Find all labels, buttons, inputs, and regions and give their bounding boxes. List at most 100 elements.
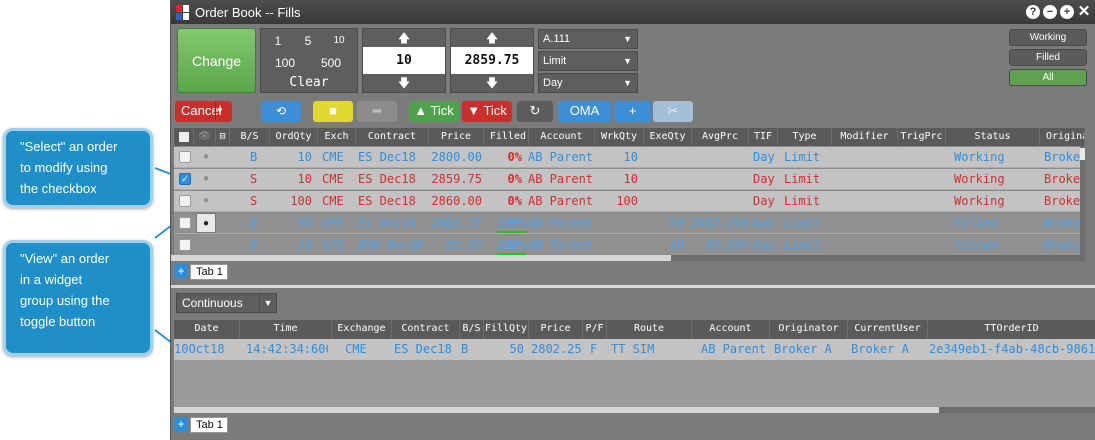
price-down-arrow-icon[interactable]: 🡇 bbox=[451, 74, 533, 92]
eye-toggle-icon[interactable]: ● bbox=[196, 147, 216, 167]
table-row[interactable]: ● S 100 CME ES Dec18 2860.00 0% AB Paren… bbox=[174, 191, 1085, 212]
eye-toggle-icon[interactable]: ● bbox=[196, 235, 216, 255]
col-contract[interactable]: Contract bbox=[356, 128, 429, 146]
stop-icon[interactable]: ■ bbox=[313, 101, 353, 122]
add-tab-icon[interactable]: + bbox=[174, 417, 188, 431]
col-tif[interactable]: TIF bbox=[749, 128, 778, 146]
order-type-select[interactable]: Limit ▼ bbox=[538, 51, 638, 71]
oma-button[interactable]: OMA bbox=[558, 101, 611, 122]
qty-down-arrow-icon[interactable]: 🡇 bbox=[363, 74, 445, 92]
row-checkbox[interactable] bbox=[179, 239, 191, 251]
table-row[interactable]: 10Oct18 14:42:34:606 CME ES Dec18 B 50 2… bbox=[174, 339, 1095, 360]
table-row[interactable]: ● B 10 CME ES Dec18 2800.00 0% AB Parent… bbox=[174, 147, 1085, 168]
orders-vertical-scrollbar[interactable] bbox=[1080, 146, 1085, 256]
eye-toggle-icon[interactable]: ● bbox=[196, 169, 216, 189]
qty-preset-500[interactable]: 500 bbox=[309, 53, 353, 73]
collapse-icon[interactable]: ⊟ bbox=[216, 128, 230, 146]
cell-exchange: CME bbox=[345, 342, 367, 356]
clear-button[interactable]: Clear bbox=[263, 73, 355, 93]
table-row[interactable]: ✓ ● S 10 CME ES Dec18 2859.75 0% AB Pare… bbox=[174, 169, 1085, 190]
qty-up-arrow-icon[interactable]: 🡅 bbox=[363, 29, 445, 47]
orders-horizontal-scrollbar[interactable] bbox=[171, 255, 1085, 261]
col-exeqty[interactable]: ExeQty bbox=[644, 128, 692, 146]
history-icon[interactable]: ⟲ bbox=[261, 101, 301, 122]
col-time[interactable]: Time bbox=[240, 320, 332, 339]
filter-filled-button[interactable]: Filled bbox=[1009, 49, 1087, 66]
col-contract[interactable]: Contract bbox=[392, 320, 460, 339]
eye-toggle-icon[interactable]: ● bbox=[196, 191, 216, 211]
col-pf[interactable]: P/F bbox=[583, 320, 607, 339]
col-fillqty[interactable]: FillQty bbox=[484, 320, 529, 339]
col-account[interactable]: Account bbox=[529, 128, 595, 146]
scroll-thumb[interactable] bbox=[174, 407, 939, 413]
qty-preset-1[interactable]: 1 bbox=[263, 31, 293, 51]
eye-toggle-icon-active[interactable]: ● bbox=[196, 213, 216, 233]
row-checkbox-checked[interactable]: ✓ bbox=[179, 173, 191, 185]
col-date[interactable]: Date bbox=[174, 320, 240, 339]
col-type[interactable]: Type bbox=[778, 128, 832, 146]
close-icon[interactable]: ✕ bbox=[1077, 4, 1091, 19]
col-ordqty[interactable]: OrdQty bbox=[270, 128, 318, 146]
scroll-thumb[interactable] bbox=[171, 255, 671, 261]
minimize-icon[interactable]: − bbox=[1043, 5, 1057, 19]
maximize-icon[interactable]: + bbox=[1060, 5, 1074, 19]
cancel-button[interactable]: Cancel ▼ bbox=[175, 101, 232, 122]
account-select[interactable]: A.111 ▼ bbox=[538, 29, 638, 49]
add-icon[interactable]: + bbox=[614, 101, 651, 122]
row-checkbox[interactable] bbox=[179, 151, 191, 163]
col-avgprc[interactable]: AvgPrc bbox=[692, 128, 749, 146]
fills-mode-select[interactable]: Continuous ▼ bbox=[176, 293, 277, 313]
qty-preset-10[interactable]: 10 bbox=[323, 31, 355, 51]
table-row[interactable]: ● B 10 ICE BRN Dec18 83.33 100% AB Paren… bbox=[174, 235, 1085, 256]
row-checkbox[interactable] bbox=[179, 217, 191, 229]
chevron-down-icon[interactable]: ▼ bbox=[215, 101, 232, 121]
cell-filled: 100% bbox=[497, 216, 526, 230]
tick-up-button[interactable]: ▲ Tick bbox=[409, 101, 459, 122]
change-button[interactable]: Change bbox=[177, 28, 256, 93]
col-price[interactable]: Price bbox=[529, 320, 583, 339]
chevron-down-icon: ▼ bbox=[259, 294, 276, 312]
forward-icon[interactable]: ➦ bbox=[357, 101, 397, 122]
col-originator[interactable]: Originat bbox=[1040, 128, 1085, 146]
tab-1-top[interactable]: Tab 1 bbox=[190, 264, 228, 280]
col-trigprc[interactable]: TrigPrc bbox=[898, 128, 946, 146]
col-route[interactable]: Route bbox=[607, 320, 692, 339]
col-exch[interactable]: Exch bbox=[318, 128, 356, 146]
cell-status: Filled bbox=[954, 238, 998, 252]
scroll-thumb[interactable] bbox=[1080, 148, 1085, 160]
col-account[interactable]: Account bbox=[692, 320, 770, 339]
col-ttorderid[interactable]: TTOrderID bbox=[928, 320, 1095, 339]
cell-qty: 10 bbox=[297, 238, 312, 252]
help-icon[interactable]: ? bbox=[1026, 5, 1040, 19]
col-modifier[interactable]: Modifier bbox=[832, 128, 898, 146]
select-all-checkbox[interactable] bbox=[174, 128, 194, 146]
quantity-field[interactable]: 10 bbox=[363, 47, 445, 74]
filter-working-button[interactable]: Working bbox=[1009, 29, 1087, 46]
tif-select[interactable]: Day ▼ bbox=[538, 73, 638, 93]
col-bs[interactable]: B/S bbox=[460, 320, 484, 339]
price-field[interactable]: 2859.75 bbox=[451, 47, 533, 74]
price-up-arrow-icon[interactable]: 🡅 bbox=[451, 29, 533, 47]
cell-currentuser: Broker A bbox=[851, 342, 909, 356]
filter-all-button[interactable]: All bbox=[1009, 69, 1087, 86]
col-exchange[interactable]: Exchange bbox=[332, 320, 392, 339]
col-originator[interactable]: Originator bbox=[770, 320, 848, 339]
col-price[interactable]: Price bbox=[429, 128, 484, 146]
col-bs[interactable]: B/S bbox=[230, 128, 270, 146]
table-row[interactable]: ● B 50 CME ES Dec18 2802.25 100% AB Pare… bbox=[174, 213, 1085, 234]
refresh-icon[interactable]: ↻ bbox=[517, 101, 553, 122]
cell-side: S bbox=[250, 172, 258, 186]
col-currentuser[interactable]: CurrentUser bbox=[848, 320, 928, 339]
col-status[interactable]: Status bbox=[946, 128, 1040, 146]
add-tab-icon[interactable]: + bbox=[174, 264, 188, 278]
qty-preset-5[interactable]: 5 bbox=[293, 31, 323, 51]
tab-1-bottom[interactable]: Tab 1 bbox=[190, 417, 228, 433]
split-icon[interactable]: ✂ bbox=[653, 101, 693, 122]
qty-preset-100[interactable]: 100 bbox=[263, 53, 307, 73]
tick-down-button[interactable]: ▼ Tick bbox=[462, 101, 512, 122]
col-filled[interactable]: Filled bbox=[484, 128, 529, 146]
row-checkbox[interactable] bbox=[179, 195, 191, 207]
fills-horizontal-scrollbar[interactable] bbox=[174, 407, 1095, 413]
col-wrkqty[interactable]: WrkQty bbox=[595, 128, 644, 146]
pane-divider[interactable] bbox=[171, 285, 1095, 288]
